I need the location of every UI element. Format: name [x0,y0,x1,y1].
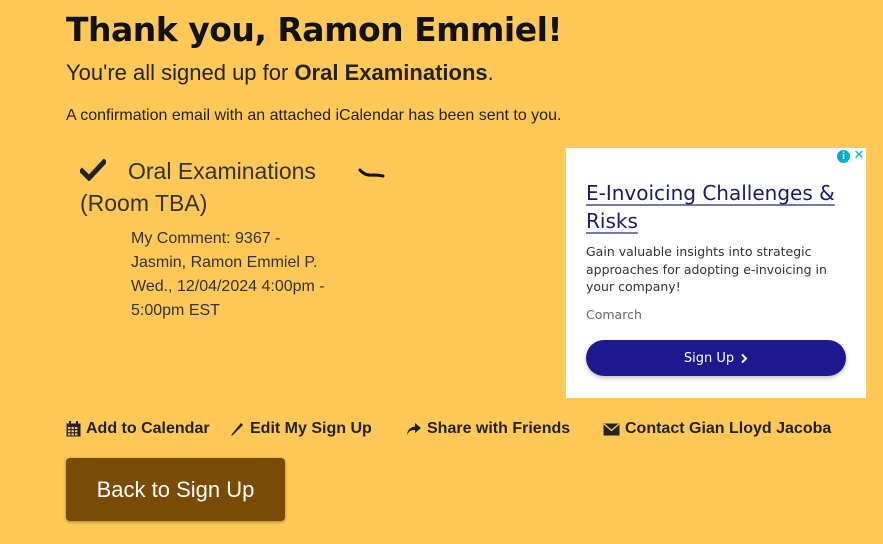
slot-heading: Oral Examinations (Room TBA) [80,155,380,219]
envelope-icon [603,422,620,435]
ad-button-label: Sign Up [683,350,735,366]
share-with-friends-link[interactable]: Share with Friends [406,420,570,438]
pencil-icon [231,423,243,436]
info-icon[interactable]: i [837,149,850,163]
slot-location: (Room TBA) [80,190,208,216]
contact-organizer-link[interactable]: Contact Gian Lloyd Jacoba [603,420,831,438]
calendar-icon [66,421,81,437]
page-title: Thank you, Ramon Emmiel! [66,10,563,49]
add-to-calendar-label: Add to Calendar [86,420,210,437]
ad-headline[interactable]: E-Invoicing Challenges & Risks [586,179,856,235]
slot-details: My Comment: 9367 - Jasmin, Ramon Emmiel … [131,227,326,323]
subtitle-suffix: . [487,60,494,85]
confirmation-message: A confirmation email with an attached iC… [66,107,562,124]
ad-description: Gain valuable insights into strategic ap… [586,244,827,294]
share-icon [407,423,421,435]
subtitle-prefix: You're all signed up for [66,60,295,85]
slot-datetime: Wed., 12/04/2024 4:00pm - 5:00pm EST [131,278,325,319]
event-name: Oral Examinations [294,60,488,85]
close-icon[interactable]: ✕ [852,149,866,163]
advertisement[interactable]: i ✕ E-Invoicing Challenges & Risks Gain … [566,148,866,398]
ad-choices[interactable]: i ✕ [836,148,866,164]
chevron-right-icon [741,353,748,363]
signed-up-slot: Oral Examinations (Room TBA) My Comment:… [80,155,380,323]
edit-sign-up-link[interactable]: Edit My Sign Up [229,420,372,438]
action-links: Add to Calendar Edit My Sign Up Share wi… [66,420,866,442]
edit-sign-up-label: Edit My Sign Up [250,420,372,437]
contact-organizer-label: Contact Gian Lloyd Jacoba [625,420,832,437]
ad-brand: Comarch [586,307,642,322]
signup-subtitle: You're all signed up for Oral Examinatio… [66,60,494,86]
slot-title: Oral Examinations [128,158,316,184]
slot-comment: My Comment: 9367 - Jasmin, Ramon Emmiel … [131,230,318,271]
stray-mark [358,168,385,178]
check-icon [80,159,106,181]
add-to-calendar-link[interactable]: Add to Calendar [66,420,210,438]
back-to-sign-up-button[interactable]: Back to Sign Up [66,458,285,521]
ad-sign-up-button[interactable]: Sign Up [586,340,846,376]
share-with-friends-label: Share with Friends [427,420,571,437]
